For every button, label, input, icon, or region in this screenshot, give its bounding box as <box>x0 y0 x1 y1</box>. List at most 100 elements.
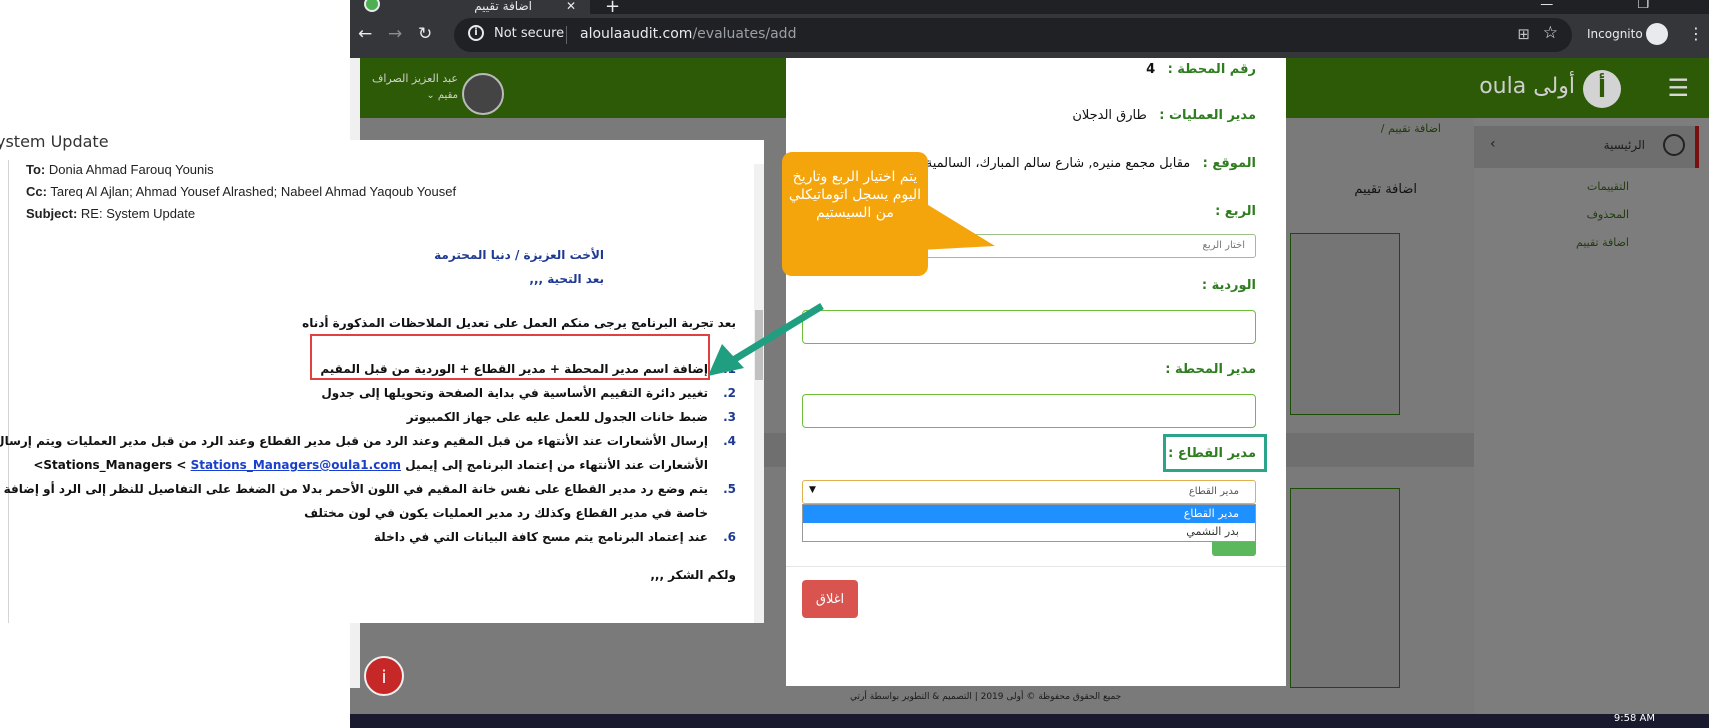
station-number-value: 4 <box>1146 62 1156 77</box>
sidebar-item-add-evaluation[interactable]: اضافة تقييم <box>1576 236 1629 249</box>
security-label[interactable]: Not secure <box>494 26 564 41</box>
modal-divider <box>786 566 1286 567</box>
list-item-continued-text: الأشعارات عند الأنتهاء من إعتماد البرنام… <box>405 458 708 472</box>
content-card <box>1290 233 1400 415</box>
intro-line: بعد تجربة البرنامج يرجى منكم العمل على ت… <box>302 316 736 330</box>
to-label: To: <box>26 162 46 177</box>
email-link[interactable]: Stations_Managers@oula1.com <box>191 458 402 472</box>
cc-label: Cc: <box>26 184 47 199</box>
list-item: عند إعتماد البرنامج يتم مسح كافة البيانا… <box>373 530 708 544</box>
greeting-line: بعد التحية ,,, <box>529 272 604 286</box>
site-favicon-icon <box>364 0 380 12</box>
callout-tail-shape <box>920 200 995 250</box>
email-display: <Stations_Managers < <box>33 458 187 472</box>
arrow-shaft <box>728 303 824 365</box>
sector-option[interactable]: بدر النشمي <box>803 523 1255 541</box>
hamburger-menu-icon[interactable]: ☰ <box>1667 74 1689 102</box>
dashboard-icon <box>1663 134 1685 156</box>
highlight-box <box>310 334 710 380</box>
operations-manager-row: مدير العمليات : طارق الدجلان <box>1072 108 1256 123</box>
page-title: اضافة تقييم <box>1354 182 1417 197</box>
email-window-title: ystem Update <box>0 132 109 151</box>
list-item-continued: خاصة في مدير القطاع وكذلك رد مدير العملي… <box>304 506 708 520</box>
shift-input[interactable] <box>802 310 1256 344</box>
incognito-label: Incognito <box>1587 27 1643 41</box>
footer-copyright: جميع الحقوق محفوظة © أولى 2019 | التصميم… <box>850 692 1122 702</box>
to-value: Donia Ahmad Farouq Younis <box>48 162 214 177</box>
taskbar: 9:58 AM <box>350 713 1709 728</box>
cc-value: Tareq Al Ajlan; Ahmad Yousef Alrashed; N… <box>50 184 457 199</box>
quarter-label: الربع : <box>1215 204 1256 219</box>
omnibox-separator <box>566 26 567 44</box>
list-item-number: 6. <box>723 530 736 544</box>
station-number-label: رقم المحطة : <box>1167 62 1256 77</box>
email-subject-row: Subject: RE: System Update <box>26 206 195 221</box>
email-border <box>8 160 9 623</box>
annotation-arrow <box>708 303 824 376</box>
list-item-continued: الأشعارات عند الأنتهاء من إعتماد البرنام… <box>33 458 708 472</box>
content-card <box>1290 488 1400 688</box>
sidebar-item-deleted[interactable]: المحذوف <box>1587 208 1629 221</box>
browser-menu-icon[interactable]: ⋮ <box>1688 24 1704 43</box>
back-arrow-icon[interactable]: ← <box>358 24 372 44</box>
bookmark-star-icon[interactable]: ☆ <box>1543 23 1558 43</box>
sector-label-highlight <box>1163 434 1267 472</box>
sector-manager-select[interactable]: مدير القطاع ▼ <box>802 480 1256 504</box>
submit-button[interactable] <box>1212 542 1256 556</box>
sector-dropdown-list[interactable]: مدير القطاع بدر النشمي <box>802 504 1256 542</box>
email-to-row: To: Donia Ahmad Farouq Younis <box>26 162 214 177</box>
logo-mark-icon: أ <box>1583 70 1621 108</box>
url-text[interactable]: aloulaaudit.com/evaluates/add <box>580 26 796 42</box>
station-manager-input[interactable] <box>802 394 1256 428</box>
subject-value: RE: System Update <box>80 206 196 221</box>
tab-title: اضافة تقييم <box>474 0 532 13</box>
sidebar: الرئيسية ‹ التقييمات المحذوف اضافة تقييم <box>1474 118 1709 728</box>
sidebar-home-label: الرئيسية <box>1603 138 1645 152</box>
email-window: ystem Update To: Donia Ahmad Farouq Youn… <box>0 132 764 623</box>
help-info-icon[interactable]: i <box>364 656 404 696</box>
list-item-number: 3. <box>723 410 736 424</box>
translate-icon[interactable]: ⊞ <box>1517 25 1530 43</box>
email-scrollbar[interactable] <box>754 164 764 623</box>
reload-icon[interactable]: ↻ <box>418 24 432 44</box>
sector-option[interactable]: مدير القطاع <box>803 505 1255 523</box>
location-label: الموقع : <box>1202 156 1256 171</box>
list-item-number: 5. <box>723 482 736 496</box>
logo-text: oula أولى <box>1479 74 1575 99</box>
sidebar-item-evaluations[interactable]: التقييمات <box>1587 180 1629 193</box>
tab-close-icon[interactable]: ✕ <box>566 0 576 12</box>
breadcrumb[interactable]: اضافة تقييم / <box>1381 122 1441 135</box>
dropdown-arrow-icon: ▼ <box>809 485 816 495</box>
info-icon[interactable]: i <box>468 25 484 41</box>
chevron-left-icon: ‹ <box>1490 136 1496 152</box>
list-item: ضبط خانات الجدول للعمل عليه على جهاز الك… <box>406 410 708 424</box>
greeting-line: الأخت العزيزة / دنيا المحترمة <box>434 248 604 262</box>
quarter-placeholder: اختار الربع <box>1202 240 1245 251</box>
station-manager-label: مدير المحطة : <box>1165 362 1256 377</box>
list-item-number: 4. <box>723 434 736 448</box>
browser-tab[interactable]: اضافة تقييم ✕ <box>350 0 590 14</box>
window-controls[interactable]: — ❐ <box>1540 0 1689 12</box>
site-logo[interactable]: أ oula أولى <box>1479 66 1629 110</box>
location-row: الموقع : مقابل مجمع منيره, شارع سالم الم… <box>898 156 1256 171</box>
station-number-row: رقم المحطة : 4 <box>1146 62 1256 77</box>
operations-manager-label: مدير العمليات : <box>1159 108 1256 123</box>
forward-arrow-icon[interactable]: → <box>388 24 402 44</box>
email-cc-row: Cc: Tareq Al Ajlan; Ahmad Yousef Alrashe… <box>26 184 456 199</box>
address-bar[interactable]: i Not secure aloulaaudit.com/evaluates/a… <box>454 18 1572 52</box>
incognito-icon[interactable] <box>1646 23 1668 45</box>
shift-label: الوردية : <box>1201 278 1256 293</box>
list-item: إرسال الأشعارات عند الأنتهاء من قبل المق… <box>0 434 708 448</box>
location-value: مقابل مجمع منيره, شارع سالم المبارك، الس… <box>921 156 1191 171</box>
subject-label: Subject: <box>26 206 78 221</box>
close-button[interactable]: اغلاق <box>802 580 858 618</box>
avatar[interactable] <box>462 73 504 115</box>
user-name[interactable]: عبد العزيز الصراف <box>368 72 458 85</box>
closing-line: ولكم الشكر ,,, <box>650 568 736 582</box>
url-path: /evaluates/add <box>692 26 797 42</box>
sidebar-item-home[interactable]: الرئيسية ‹ <box>1474 126 1699 168</box>
callout-tail <box>920 200 995 250</box>
browser-toolbar: ← → ↻ i Not secure aloulaaudit.com/evalu… <box>350 14 1709 58</box>
operations-manager-value: طارق الدجلان <box>1072 108 1147 123</box>
user-role[interactable]: مقيم ⌄ <box>368 90 458 101</box>
